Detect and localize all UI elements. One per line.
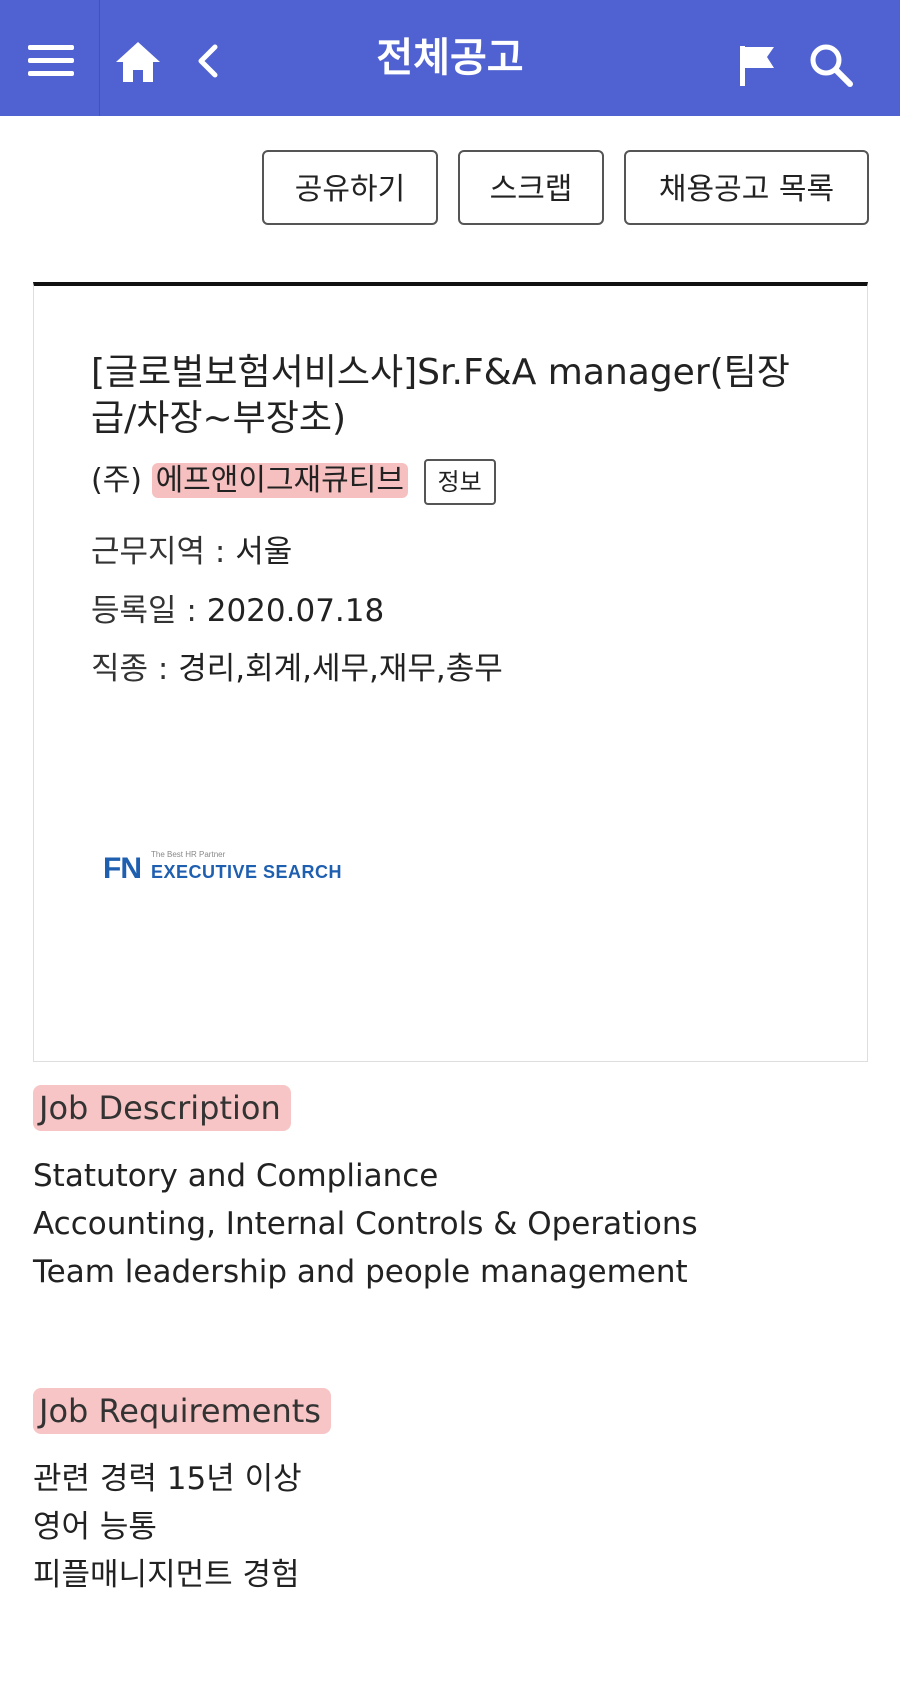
job-requirements-list: 관련 경력 15년 이상 영어 능통 피플매니지먼트 경험: [33, 1455, 302, 1599]
date-label: 등록일 :: [91, 593, 207, 629]
list-item: Statutory and Compliance: [33, 1158, 439, 1194]
job-type-value: 경리,회계,세무,재무,총무: [178, 651, 503, 687]
list-item: Accounting, Internal Controls & Operatio…: [33, 1206, 698, 1242]
search-icon[interactable]: [808, 42, 854, 88]
list-item: Team leadership and people management: [33, 1254, 688, 1290]
date-row: 등록일 : 2020.07.18: [91, 589, 384, 633]
company-row: (주) 에프앤이그재큐티브 정보: [91, 456, 496, 506]
date-value: 2020.07.18: [206, 593, 385, 629]
list-item: 관련 경력 15년 이상: [33, 1461, 302, 1497]
share-button[interactable]: 공유하기: [262, 150, 438, 225]
job-type-row: 직종 : 경리,회계,세무,재무,총무: [91, 647, 503, 691]
scrap-button[interactable]: 스크랩: [458, 150, 604, 225]
back-icon[interactable]: [196, 44, 220, 78]
list-item: 영어 능통: [33, 1509, 157, 1545]
logo-mark: FN: [103, 852, 142, 885]
toolbar-divider: [99, 0, 100, 116]
logo-tagline: The Best HR Partner: [151, 850, 226, 859]
home-icon[interactable]: [114, 40, 162, 84]
location-value: 서울: [235, 534, 293, 570]
top-app-bar: 전체공고: [0, 0, 900, 116]
company-info-button[interactable]: 정보: [423, 458, 496, 505]
flag-icon[interactable]: [738, 44, 776, 88]
page-title: 전체공고: [376, 35, 524, 81]
location-row: 근무지역 : 서울: [91, 530, 292, 574]
company-name[interactable]: 에프앤이그재큐티브: [151, 463, 408, 498]
job-requirements-heading: Job Requirements: [33, 1388, 331, 1434]
job-list-button[interactable]: 채용공고 목록: [624, 150, 869, 225]
job-description-list: Statutory and Compliance Accounting, Int…: [33, 1152, 698, 1296]
job-type-label: 직종 :: [91, 651, 179, 687]
company-prefix: (주): [91, 463, 143, 498]
logo-text: EXECUTIVE SEARCH: [151, 862, 343, 882]
list-item: 피플매니지먼트 경험: [33, 1557, 300, 1593]
job-description-heading: Job Description: [33, 1085, 291, 1131]
company-logo: FN The Best HR Partner EXECUTIVE SEARCH: [103, 848, 343, 888]
menu-icon[interactable]: [28, 45, 74, 77]
location-label: 근무지역 :: [91, 534, 236, 570]
job-title: [글로벌보험서비스사]Sr.F&A manager(팀장급/차장~부장초): [91, 352, 790, 439]
